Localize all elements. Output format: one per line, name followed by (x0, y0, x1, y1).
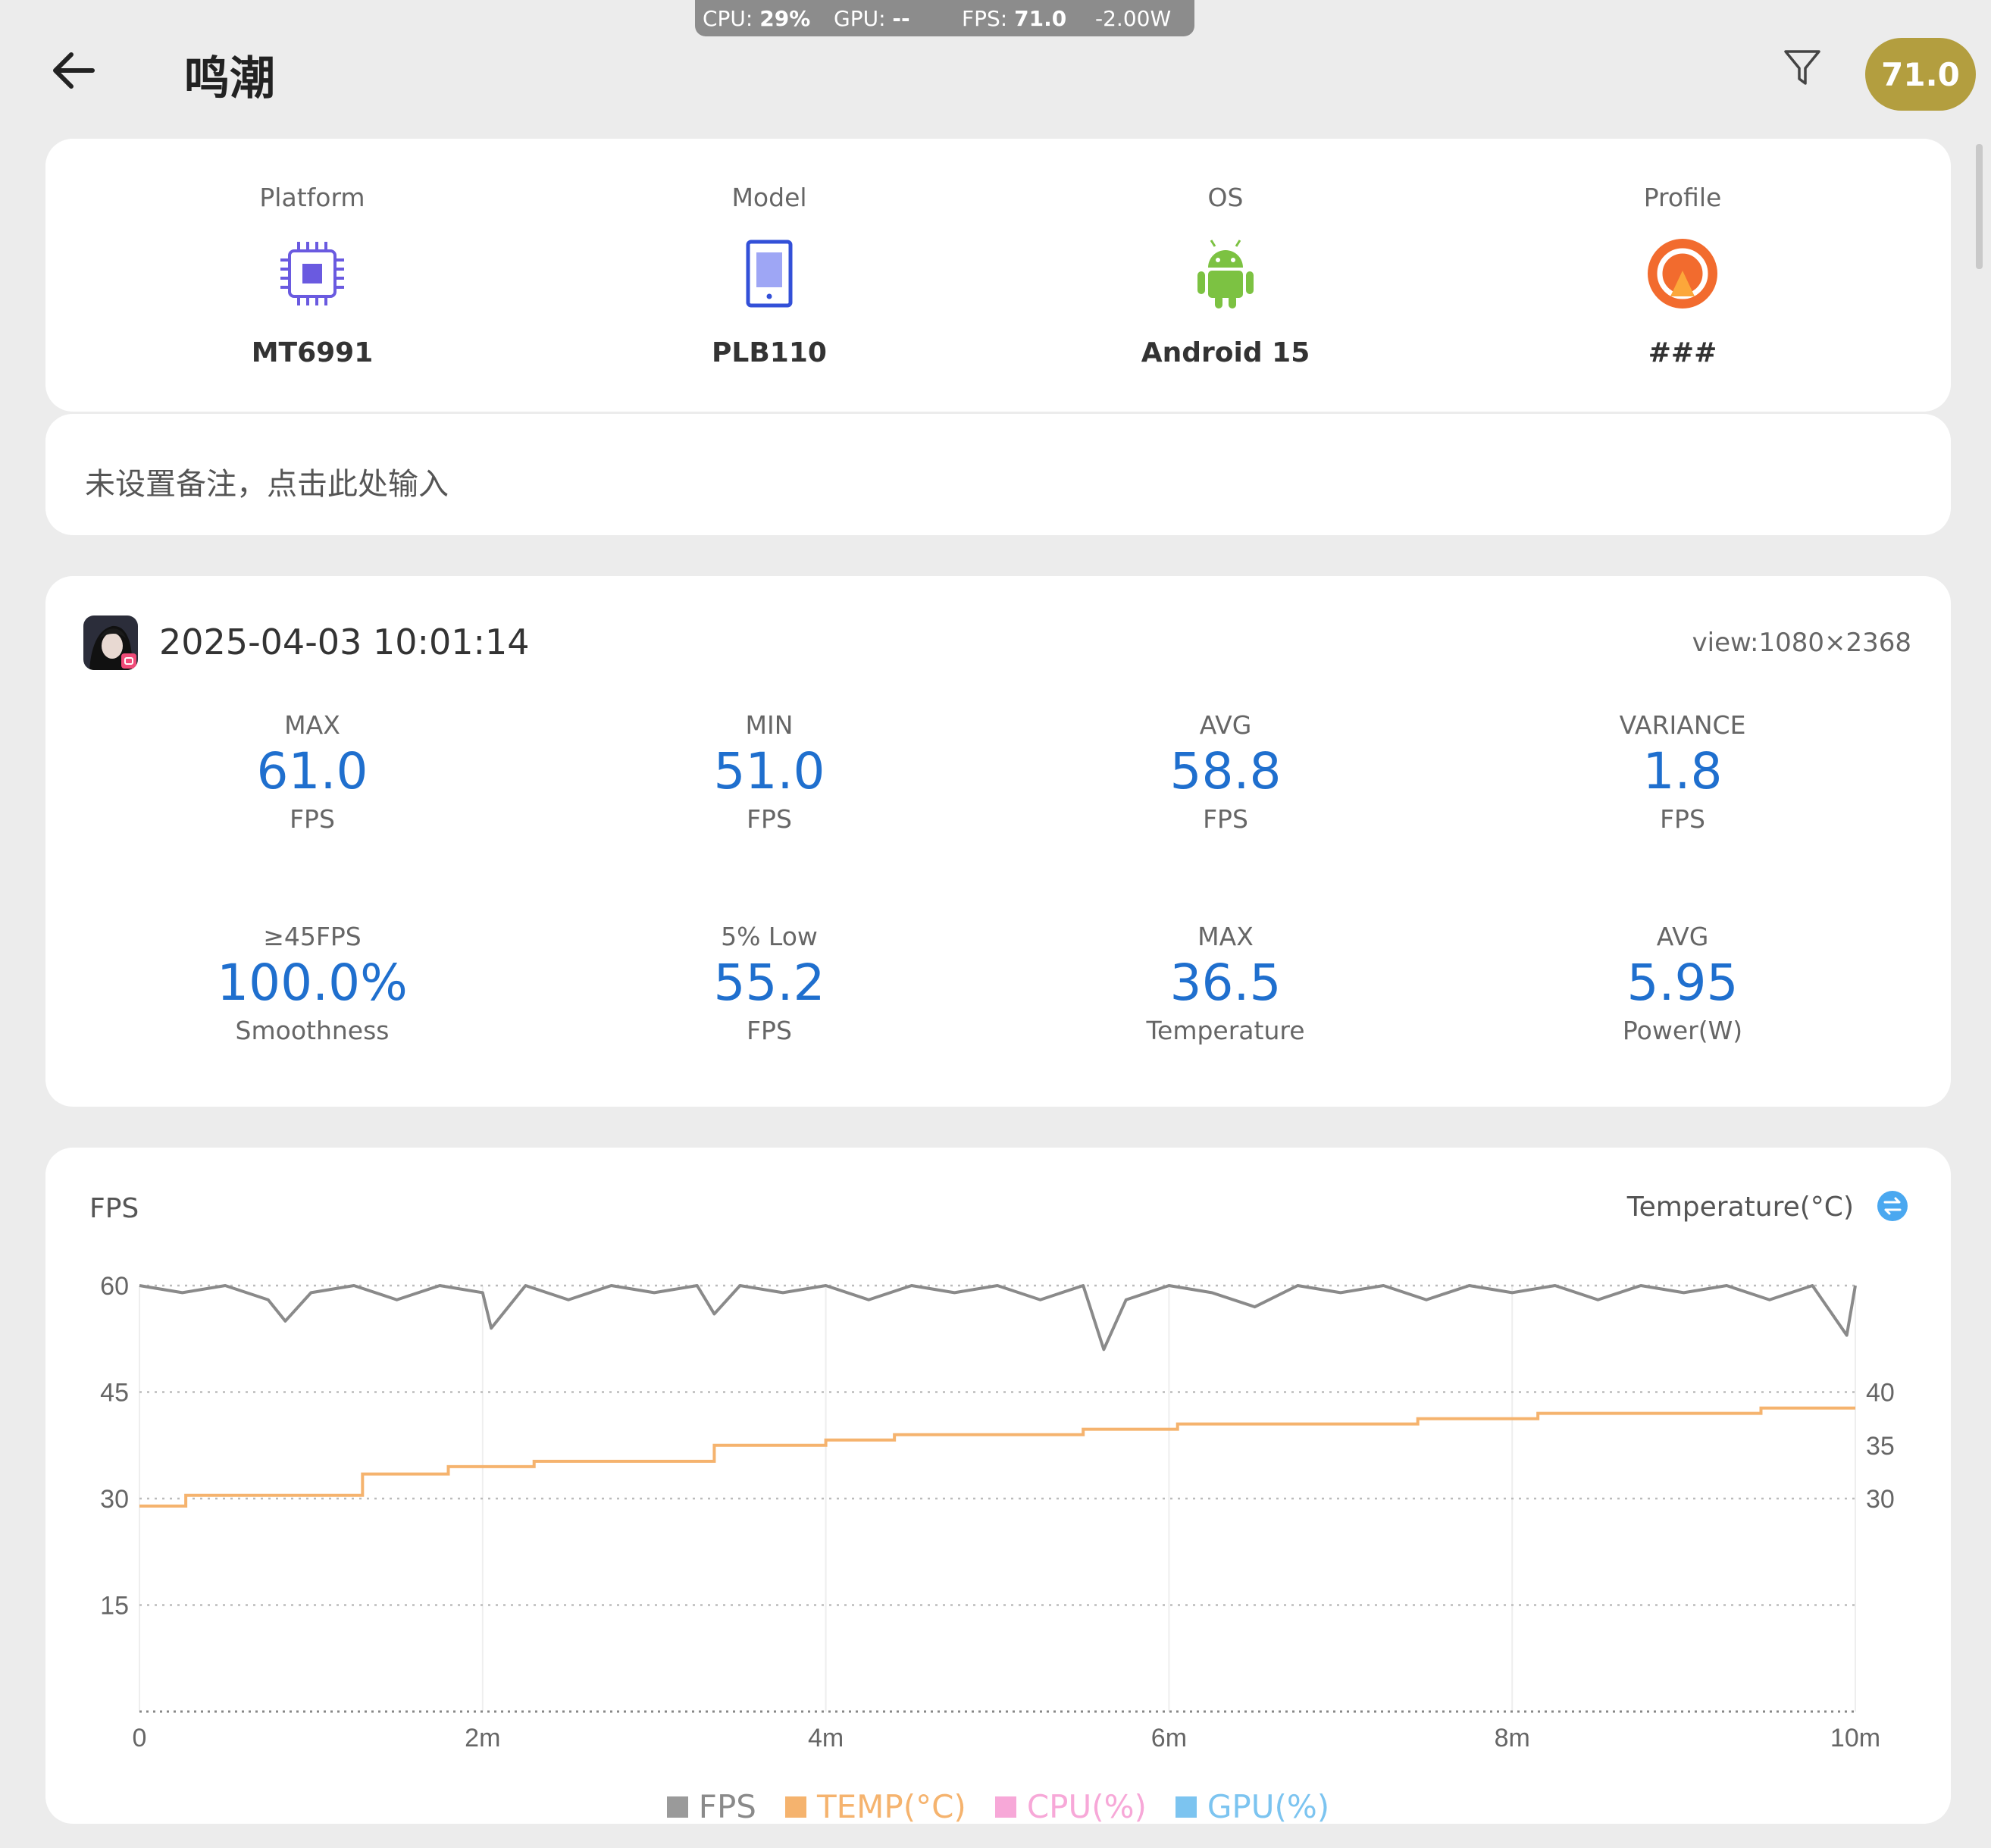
session-timestamp: 2025-04-03 10:01:14 (159, 622, 530, 662)
model-value: PLB110 (712, 337, 827, 368)
x-tick-label: 8m (1495, 1724, 1530, 1752)
overlay-cpu-label: CPU: (703, 6, 753, 31)
stat-unit: Temperature (1146, 1015, 1305, 1045)
stat-unit: FPS (747, 1015, 792, 1045)
scrollbar[interactable] (1976, 144, 1983, 269)
fps-series-line (139, 1284, 1857, 1352)
back-arrow-icon[interactable] (47, 44, 100, 97)
stat-unit: Power(W) (1622, 1015, 1743, 1045)
note-input[interactable]: 未设置备注，点击此处输入 (85, 459, 449, 503)
overlay-cpu: CPU: 29% (703, 6, 810, 31)
legend-label: TEMP(°C) (816, 1788, 966, 1825)
y-right-tick-label: 30 (1866, 1485, 1895, 1514)
stat-label: MAX (1197, 922, 1254, 951)
legend-item-cpu[interactable]: CPU(%) (994, 1788, 1147, 1825)
stat-avg-power: AVG 5.95 Power(W) (1493, 922, 1872, 1045)
session-card: 2025-04-03 10:01:14 view:1080×2368 MAX 6… (45, 576, 1951, 1107)
legend-item-temp[interactable]: TEMP(°C) (784, 1788, 966, 1825)
os-label: OS (1207, 183, 1244, 212)
filter-icon[interactable] (1781, 47, 1824, 89)
overlay-gpu: GPU: -- (834, 6, 910, 31)
os-value: Android 15 (1141, 337, 1310, 368)
x-tick-label: 6m (1151, 1724, 1187, 1752)
profile-icon (1648, 239, 1717, 309)
page-title: 鸣潮 (184, 52, 275, 105)
y-left-tick-label: 15 (100, 1592, 129, 1621)
stat-unit: Smoothness (235, 1015, 390, 1045)
x-tick-label: 2m (465, 1724, 500, 1752)
stat-unit: FPS (1203, 803, 1248, 834)
phone-icon (746, 240, 793, 308)
android-icon (1197, 240, 1254, 309)
stat-label: AVG (1199, 710, 1252, 740)
legend-swatch (1175, 1796, 1197, 1818)
stat-label: MIN (745, 710, 794, 740)
stat-value: 1.8 (1642, 742, 1723, 800)
stat-label: MAX (284, 710, 340, 740)
stat-avg-fps: AVG 58.8 FPS (1036, 710, 1415, 834)
stat-value: 5.95 (1626, 954, 1739, 1012)
stat-label: AVG (1656, 922, 1709, 951)
overlay-gpu-label: GPU: (834, 6, 886, 31)
legend-label: CPU(%) (1026, 1788, 1147, 1825)
x-tick-label: 10m (1830, 1724, 1880, 1752)
overlay-power: -2.00W (1095, 6, 1172, 31)
overlay-fps-label: FPS: (962, 6, 1008, 31)
stat-label: ≥45FPS (263, 922, 362, 951)
overlay-gpu-value: -- (892, 6, 910, 31)
stat-smoothness: ≥45FPS 100.0% Smoothness (123, 922, 502, 1045)
x-tick-label: 4m (808, 1724, 844, 1752)
stat-value: 55.2 (713, 954, 825, 1012)
stat-value: 61.0 (256, 742, 368, 800)
stat-max-fps: MAX 61.0 FPS (123, 710, 502, 834)
performance-overlay: CPU: 29% GPU: -- FPS: 71.0 -2.00W (695, 0, 1194, 36)
fps-temperature-chart: 0 2m 4m 6m 8m 10m 60 45 30 15 40 35 30 (100, 1272, 1895, 1752)
stat-label: 5% Low (721, 922, 818, 951)
stat-unit: FPS (1660, 803, 1705, 834)
device-info-card: Platform MT6991 Model PLB110 OS Android … (45, 139, 1951, 412)
chip-icon (280, 242, 344, 305)
stat-label: VARIANCE (1619, 710, 1746, 740)
legend-label: GPU(%) (1207, 1788, 1330, 1825)
platform-value: MT6991 (251, 337, 374, 368)
stat-max-temp: MAX 36.5 Temperature (1036, 922, 1415, 1045)
stat-unit: FPS (747, 803, 792, 834)
stat-variance: VARIANCE 1.8 FPS (1493, 710, 1872, 834)
stat-value: 58.8 (1169, 742, 1282, 800)
legend-item-fps[interactable]: FPS (666, 1788, 756, 1825)
stat-value: 36.5 (1169, 954, 1282, 1012)
y-right-tick-label: 35 (1866, 1432, 1895, 1461)
chart-legend: FPS TEMP(°C) CPU(%) GPU(%) (45, 1788, 1951, 1825)
stat-5pct-low: 5% Low 55.2 FPS (580, 922, 959, 1045)
legend-item-gpu[interactable]: GPU(%) (1175, 1788, 1330, 1825)
legend-swatch (666, 1796, 688, 1818)
profile-value: ### (1648, 337, 1717, 368)
overlay-fps-value: 71.0 (1014, 6, 1067, 31)
overlay-cpu-value: 29% (759, 6, 811, 31)
fps-badge[interactable]: 71.0 (1865, 38, 1976, 111)
model-label: Model (731, 183, 807, 212)
y-right-tick-label: 40 (1866, 1379, 1895, 1408)
x-tick-label: 0 (133, 1724, 147, 1752)
temperature-series-line (139, 1406, 1855, 1508)
legend-label: FPS (698, 1788, 756, 1825)
y-left-tick-label: 45 (100, 1379, 129, 1408)
stat-value: 51.0 (713, 742, 825, 800)
view-resolution: view:1080×2368 (1692, 628, 1911, 658)
platform-label: Platform (259, 183, 365, 212)
stat-min-fps: MIN 51.0 FPS (580, 710, 959, 834)
stat-value: 100.0% (217, 954, 408, 1012)
stat-unit: FPS (290, 803, 335, 834)
y-left-tick-label: 60 (100, 1272, 129, 1301)
profile-label: Profile (1643, 183, 1722, 212)
legend-swatch (994, 1796, 1016, 1818)
chart-card: FPS Temperature(°C) 0 2m 4m 6m 8m 10m 60 45 30 15… (45, 1148, 1951, 1825)
overlay-fps: FPS: 71.0 (962, 6, 1066, 31)
legend-swatch (784, 1796, 806, 1818)
note-card[interactable]: 未设置备注，点击此处输入 (45, 414, 1951, 535)
app-icon (83, 615, 138, 670)
y-left-tick-label: 30 (100, 1485, 129, 1514)
